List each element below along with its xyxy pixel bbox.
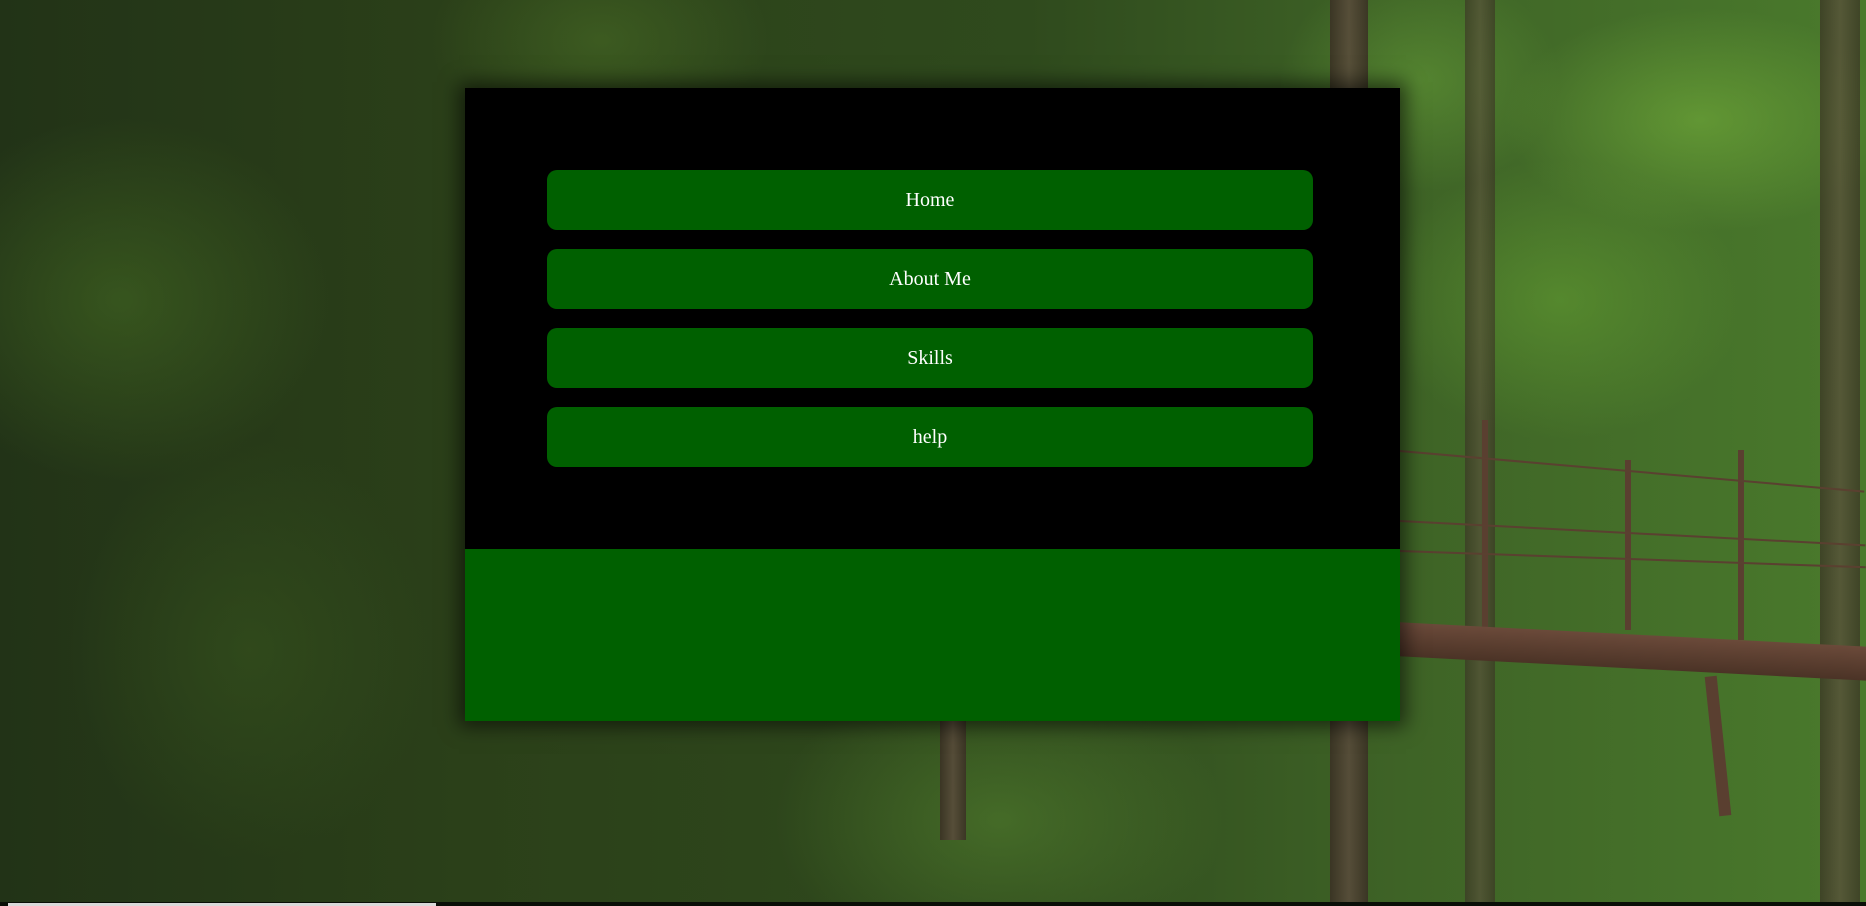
tree-trunk	[940, 720, 966, 840]
bridge-support	[1704, 675, 1732, 817]
tree-trunk	[1465, 0, 1495, 906]
tree-trunk	[1820, 0, 1860, 906]
main-panel: Home About Me Skills help	[465, 88, 1400, 721]
nav-menu: Home About Me Skills help	[547, 170, 1313, 486]
horizontal-scrollbar[interactable]	[0, 902, 1866, 906]
nav-button-help[interactable]: help	[547, 407, 1313, 467]
bridge-post	[1625, 460, 1631, 630]
bridge-post	[1738, 450, 1744, 640]
nav-button-about-me[interactable]: About Me	[547, 249, 1313, 309]
footer-block	[465, 549, 1400, 721]
nav-button-home[interactable]: Home	[547, 170, 1313, 230]
nav-button-skills[interactable]: Skills	[547, 328, 1313, 388]
